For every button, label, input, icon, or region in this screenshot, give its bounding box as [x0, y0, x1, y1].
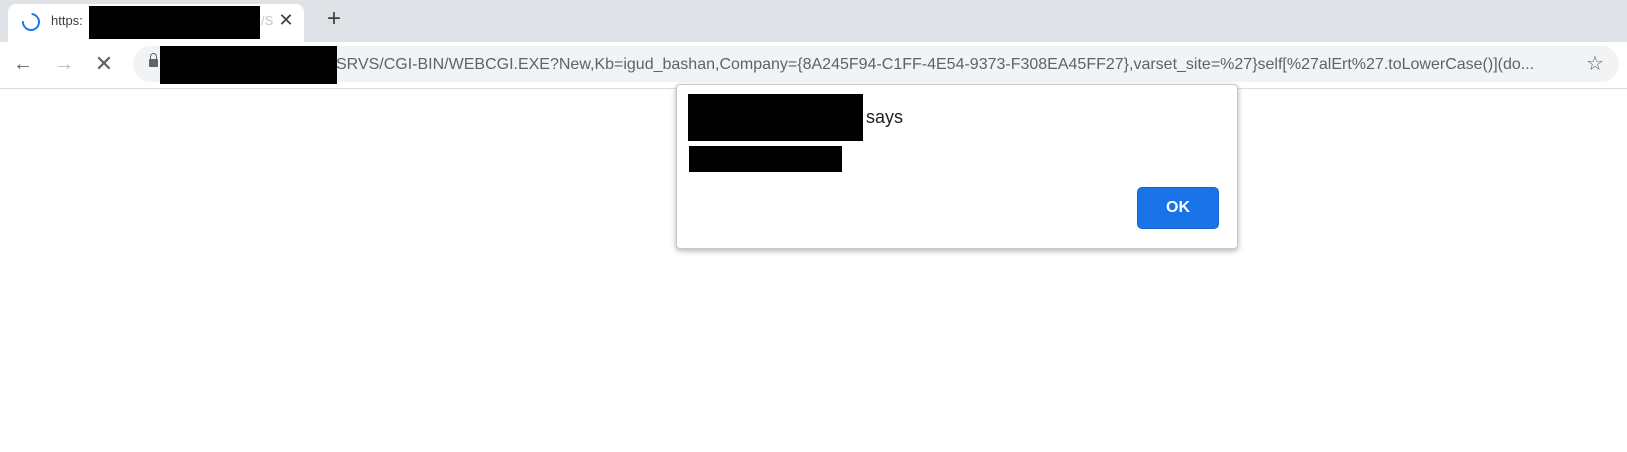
redacted-block-tab-title: [89, 6, 260, 39]
dialog-says-label: says: [866, 107, 904, 127]
ok-button[interactable]: OK: [1137, 187, 1219, 229]
tab-title: https:: [51, 13, 83, 28]
loading-spinner-icon: [18, 9, 44, 35]
tab-title-fade: /S: [261, 13, 274, 28]
address-bar[interactable]: SRVS/CGI-BIN/WEBCGI.EXE?New,Kb=igud_bash…: [133, 46, 1619, 84]
url-text[interactable]: SRVS/CGI-BIN/WEBCGI.EXE?New,Kb=igud_bash…: [336, 56, 1534, 74]
redacted-block-dialog-message: [689, 146, 842, 172]
tab-strip: https: /S ✕ +: [0, 0, 1627, 42]
redacted-block-url-host: [160, 46, 337, 84]
stop-loading-button[interactable]: ✕: [90, 50, 118, 78]
forward-button[interactable]: →: [50, 50, 78, 78]
redacted-block-dialog-origin: [688, 94, 863, 141]
new-tab-button[interactable]: +: [322, 7, 346, 31]
back-button[interactable]: ←: [9, 50, 37, 78]
close-tab-icon[interactable]: ✕: [277, 11, 295, 29]
browser-tab[interactable]: https: /S ✕: [8, 4, 304, 42]
browser-toolbar: ← → ✕ SRVS/CGI-BIN/WEBCGI.EXE?New,Kb=igu…: [0, 42, 1627, 89]
alert-dialog: says OK: [676, 84, 1238, 249]
lock-icon[interactable]: [149, 53, 158, 67]
bookmark-star-icon[interactable]: ☆: [1583, 52, 1607, 76]
